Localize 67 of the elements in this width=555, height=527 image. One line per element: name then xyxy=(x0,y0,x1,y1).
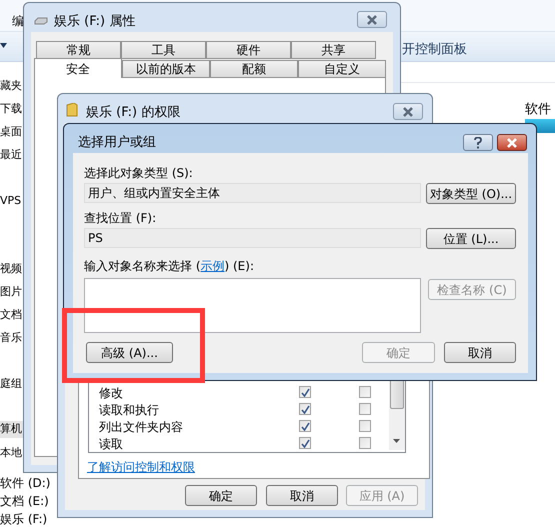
drive-icon xyxy=(34,17,48,25)
window-title: 娱乐 (F:) 的权限 xyxy=(86,104,180,122)
object-type-button[interactable]: 对象类型 (O)... xyxy=(426,183,516,204)
dropdown-arrow-icon xyxy=(0,43,7,48)
tab[interactable]: 配额 xyxy=(210,60,298,78)
checkbox[interactable] xyxy=(299,386,311,398)
close-button[interactable] xyxy=(393,103,423,120)
nav-item[interactable]: 本地 xyxy=(0,445,23,462)
checkbox[interactable] xyxy=(359,437,371,449)
advanced-button[interactable]: 高级 (A)... xyxy=(86,342,173,363)
close-icon xyxy=(506,138,518,148)
nav-item[interactable]: 图片 xyxy=(0,284,23,301)
question-icon xyxy=(474,136,482,148)
window-title: 选择用户或组 xyxy=(78,134,156,152)
tab[interactable]: 自定义 xyxy=(298,60,386,78)
close-button[interactable] xyxy=(357,11,387,28)
examples-link[interactable]: 示例 xyxy=(200,259,224,273)
tab[interactable]: 硬件 xyxy=(206,41,291,59)
scroll-down-icon xyxy=(393,439,400,443)
close-button[interactable] xyxy=(497,134,527,151)
toolbar-item[interactable]: 开控制面板 xyxy=(402,40,467,60)
tab[interactable]: 安全 xyxy=(34,58,122,78)
nav-item[interactable]: 娱乐 (F:) xyxy=(0,510,56,527)
location-field: PS xyxy=(84,228,421,248)
nav-item[interactable]: 最近 xyxy=(0,147,23,164)
column-header: 软件 xyxy=(525,101,551,119)
permission-name: 读取和执行 xyxy=(99,402,159,418)
names-input-field[interactable] xyxy=(84,278,421,333)
nav-item[interactable]: 视频 xyxy=(0,261,23,278)
object-type-field: 用户、组或内置安全主体 xyxy=(84,183,421,203)
nav-item[interactable]: 音乐 xyxy=(0,330,23,347)
folder-icon xyxy=(66,103,78,117)
location-button[interactable]: 位置 (L)... xyxy=(426,228,516,249)
nav-item[interactable]: 桌面 xyxy=(0,124,23,141)
menu-item[interactable]: 编 xyxy=(12,12,24,30)
permission-name: 修改 xyxy=(99,384,123,402)
checkbox[interactable] xyxy=(299,403,311,415)
nav-item[interactable]: 文档 (E:) xyxy=(0,492,56,509)
close-icon xyxy=(402,106,414,116)
dialog-button[interactable]: 取消 xyxy=(266,485,338,506)
checkbox[interactable] xyxy=(359,403,371,415)
help-link[interactable]: 了解访问控制和权限 xyxy=(87,458,195,476)
checkbox[interactable] xyxy=(299,437,311,449)
nav-item[interactable]: VPS xyxy=(0,193,23,210)
tab[interactable]: 以前的版本 xyxy=(122,60,210,78)
field-label: 输入对象名称来选择 (示例) (E): xyxy=(84,258,254,275)
close-icon xyxy=(366,14,378,24)
permission-name: 列出文件夹内容 xyxy=(99,418,183,436)
nav-item[interactable]: 文档 xyxy=(0,307,23,324)
nav-item[interactable]: 软件 (D:) xyxy=(0,474,56,491)
tab[interactable]: 常规 xyxy=(36,41,121,59)
help-button[interactable] xyxy=(463,134,493,151)
field-label: 查找位置 (F): xyxy=(84,210,156,227)
field-label: 选择此对象类型 (S): xyxy=(84,165,193,182)
dialog-button[interactable]: 确定 xyxy=(185,485,257,506)
tab[interactable]: 工具 xyxy=(121,41,206,59)
checkbox[interactable] xyxy=(299,420,311,432)
cancel-button[interactable]: 取消 xyxy=(444,342,516,363)
nav-item[interactable]: 下载 xyxy=(0,101,23,118)
nav-item[interactable]: 藏夹 xyxy=(0,78,23,95)
nav-item[interactable]: 算机 xyxy=(0,421,23,438)
tab[interactable]: 共享 xyxy=(291,41,376,59)
checkbox[interactable] xyxy=(359,386,371,398)
window-title: 娱乐 (F:) 属性 xyxy=(54,13,136,31)
nav-item[interactable]: 庭组 xyxy=(0,376,23,393)
permission-name: 读取 xyxy=(99,436,123,452)
checkbox[interactable] xyxy=(359,420,371,432)
